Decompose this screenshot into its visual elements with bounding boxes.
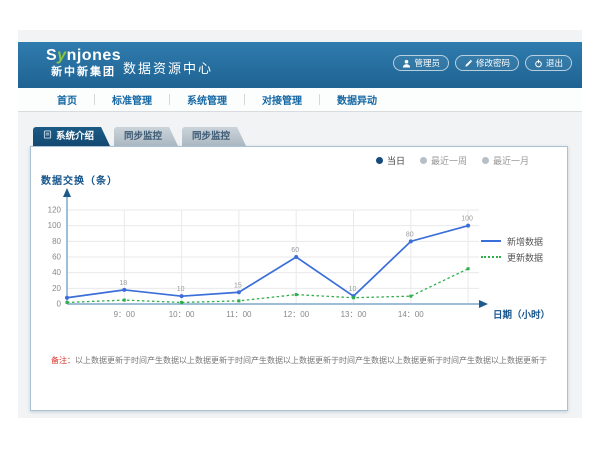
time-filter-option-2[interactable]: 最近一周 [420, 154, 467, 167]
data-point-label: 80 [406, 231, 414, 238]
y-tick-label: 60 [52, 253, 61, 262]
doc-icon [43, 127, 52, 146]
x-tick-label: 12：00 [283, 310, 309, 319]
x-tick-label: 11：00 [226, 310, 252, 319]
radio-icon [482, 157, 489, 164]
tab-3[interactable]: 同步监控 [182, 127, 246, 146]
power-icon [534, 59, 543, 68]
main-nav: 首页标准管理系统管理对接管理数据异动 [18, 88, 582, 112]
tab-bar: 系统介绍 同步监控 同步监控 [30, 127, 570, 146]
y-tick-label: 0 [57, 300, 62, 309]
y-tick-label: 120 [48, 206, 62, 215]
radio-label: 最近一月 [493, 154, 529, 167]
data-point [122, 288, 126, 292]
app-header: Synjones 新中新集团 数据资源中心 管理员 修改密码 退出 [18, 42, 582, 88]
data-point-label: 10 [349, 286, 357, 293]
data-point [467, 267, 470, 270]
data-point [180, 301, 183, 304]
legend-item-2[interactable]: 更新数据 [481, 249, 543, 265]
x-tick-label: 9：00 [114, 310, 136, 319]
brand-logo: Synjones 新中新集团 [46, 47, 121, 79]
page-title: 数据资源中心 [123, 58, 213, 77]
data-point [66, 301, 69, 304]
data-point [180, 294, 184, 298]
data-point [65, 296, 69, 300]
time-filter-option-3[interactable]: 最近一月 [482, 154, 529, 167]
header-actions: 管理员 修改密码 退出 [393, 55, 572, 71]
chart-x-axis-title: 日期（小时） [493, 309, 550, 321]
header-action-change-password[interactable]: 修改密码 [455, 55, 519, 71]
content-panel: 系统介绍同步监控同步监控 当日最近一周最近一月 数据交换（条） 02040608… [30, 127, 570, 413]
x-axis-arrow-icon [479, 300, 488, 308]
screenshot-canvas: Synjones 新中新集团 数据资源中心 管理员修改密码退出 首页标准管理系统… [0, 0, 600, 450]
header-action-admin[interactable]: 管理员 [393, 55, 449, 71]
data-point-label: 100 [461, 216, 473, 223]
header-action-label: 修改密码 [476, 57, 510, 69]
x-tick-label: 13：00 [341, 310, 367, 319]
logo-part1: S [46, 47, 57, 64]
data-point [123, 299, 126, 302]
note-text: 以上数据更新于时间产生数据以上数据更新于时间产生数据以上数据更新于时间产生数据以… [75, 356, 547, 365]
note-label: 备注： [51, 356, 75, 365]
panel-body: 当日最近一周最近一月 数据交换（条） 0204060801001209：0010… [30, 146, 568, 411]
legend-label: 新增数据 [507, 235, 543, 248]
header-action-logout[interactable]: 退出 [525, 55, 572, 71]
user-icon [402, 59, 411, 68]
nav-item-2[interactable]: 标准管理 [95, 92, 169, 107]
nav-item-5[interactable]: 数据异动 [320, 92, 394, 107]
data-point [352, 296, 355, 299]
x-tick-label: 14：00 [398, 310, 424, 319]
data-point-label: 18 [119, 280, 127, 287]
radio-icon [376, 157, 383, 164]
edit-icon [464, 59, 473, 68]
logo-accent-glyph: y [57, 47, 66, 64]
data-point [237, 290, 241, 294]
data-point [294, 255, 298, 259]
chart-legend: 新增数据更新数据 [481, 233, 543, 265]
tab-1[interactable]: 系统介绍 [33, 127, 110, 146]
x-tick-label: 10：00 [169, 310, 195, 319]
data-point [295, 293, 298, 296]
y-axis-arrow-icon [63, 188, 71, 197]
footer-note: 备注：以上数据更新于时间产生数据以上数据更新于时间产生数据以上数据更新于时间产生… [41, 355, 557, 366]
nav-item-1[interactable]: 首页 [40, 92, 94, 107]
y-tick-label: 20 [52, 284, 61, 293]
header-action-label: 管理员 [414, 57, 440, 69]
brand-logo-text: Synjones [46, 47, 121, 65]
y-tick-label: 80 [52, 237, 61, 246]
nav-item-3[interactable]: 系统管理 [170, 92, 244, 107]
legend-label: 更新数据 [507, 251, 543, 264]
header-action-label: 退出 [546, 57, 563, 69]
data-point-label: 10 [177, 286, 185, 293]
y-tick-label: 40 [52, 268, 61, 277]
legend-item-1[interactable]: 新增数据 [481, 233, 543, 249]
time-filter-group: 当日 最近一周 最近一月 [376, 154, 529, 167]
tab-label: 系统介绍 [56, 127, 94, 146]
brand-logo-subtitle: 新中新集团 [46, 65, 121, 79]
radio-label: 最近一周 [431, 154, 467, 167]
data-point [466, 224, 470, 228]
app-page: Synjones 新中新集团 数据资源中心 管理员修改密码退出 首页标准管理系统… [18, 30, 582, 418]
data-point-label: 60 [291, 247, 299, 254]
logo-part3: njones [67, 47, 122, 64]
data-point [409, 295, 412, 298]
radio-icon [420, 157, 427, 164]
tab-label: 同步监控 [192, 127, 230, 146]
legend-line-sample [481, 256, 501, 258]
legend-line-sample [481, 240, 501, 242]
time-filter-option-1[interactable]: 当日 [376, 154, 405, 167]
tab-label: 同步监控 [124, 127, 162, 146]
tab-2[interactable]: 同步监控 [114, 127, 178, 146]
data-point [237, 299, 240, 302]
data-point-label: 15 [234, 282, 242, 289]
radio-label: 当日 [387, 154, 405, 167]
nav-item-4[interactable]: 对接管理 [245, 92, 319, 107]
y-tick-label: 100 [48, 221, 62, 230]
data-point [409, 239, 413, 243]
